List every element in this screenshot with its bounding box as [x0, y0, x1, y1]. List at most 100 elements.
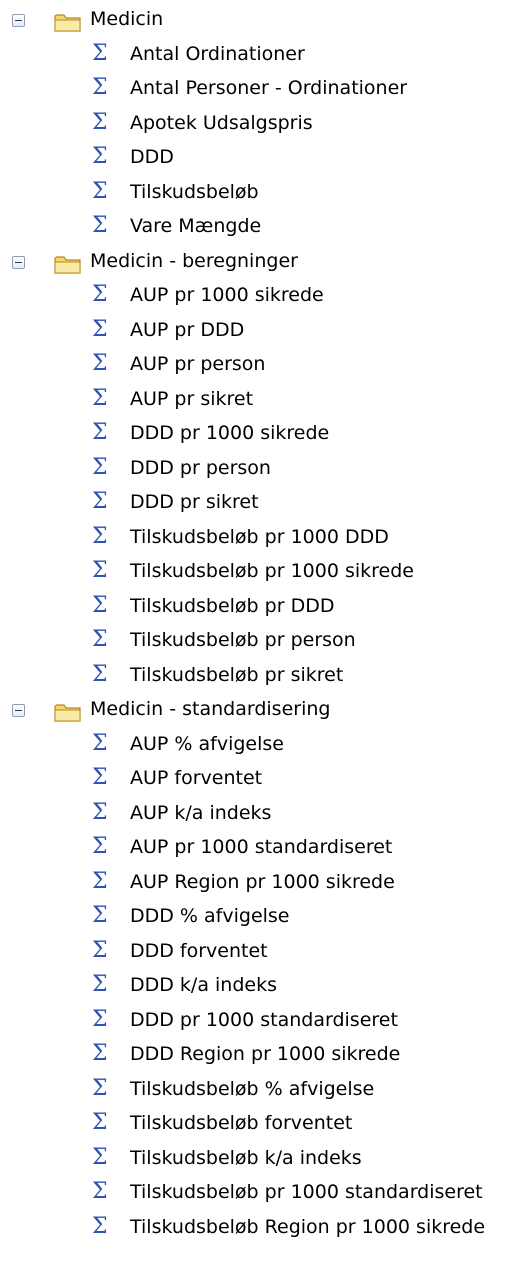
- tree-measure-item[interactable]: Σ Tilskudsbeløb pr DDD: [0, 591, 519, 626]
- sigma-measure-icon: Σ: [92, 385, 108, 411]
- measure-label: AUP forventet: [130, 767, 263, 789]
- sigma-measure-icon: Σ: [92, 799, 108, 825]
- tree-measure-item[interactable]: Σ Tilskudsbeløb pr 1000 standardiseret: [0, 1177, 519, 1212]
- tree-folder-row[interactable]: Medicin - standardisering: [0, 694, 519, 729]
- measure-label: AUP Region pr 1000 sikrede: [130, 870, 395, 893]
- sigma-measure-icon: Σ: [92, 1006, 108, 1032]
- sigma-measure-icon: Σ: [92, 868, 108, 894]
- tree-measure-item[interactable]: Σ AUP Region pr 1000 sikrede: [0, 867, 519, 902]
- tree-measure-item[interactable]: Σ DDD: [0, 142, 519, 177]
- tree-measure-item[interactable]: Σ Apotek Udsalgspris: [0, 108, 519, 143]
- tree-measure-item[interactable]: Σ DDD pr 1000 sikrede: [0, 418, 519, 453]
- tree-measure-item[interactable]: Σ Tilskudsbeløb pr 1000 sikrede: [0, 556, 519, 591]
- tree-measure-item[interactable]: Σ Tilskudsbeløb forventet: [0, 1108, 519, 1143]
- measure-label: DDD pr 1000 sikrede: [130, 422, 330, 444]
- tree-measure-item[interactable]: Σ AUP % afvigelse: [0, 729, 519, 764]
- sigma-measure-icon: Σ: [92, 75, 108, 100]
- tree-measure-item[interactable]: Σ AUP forventet: [0, 763, 519, 798]
- tree-measure-item[interactable]: Σ Tilskudsbeløb pr 1000 DDD: [0, 522, 519, 557]
- tree-measure-item[interactable]: Σ Vare Mængde: [0, 211, 519, 246]
- folder-icon: [54, 254, 82, 275]
- tree-measure-item[interactable]: Σ DDD k/a indeks: [0, 970, 519, 1005]
- measure-label: Tilskudsbeløb % afvigelse: [130, 1077, 375, 1100]
- tree-folder-row[interactable]: Medicin - beregninger: [0, 246, 519, 281]
- collapse-minus-icon[interactable]: [12, 704, 25, 717]
- tree-measure-item[interactable]: Σ AUP pr sikret: [0, 384, 519, 419]
- sigma-measure-icon: Σ: [92, 661, 108, 687]
- measure-tree: Medicin Σ Antal Ordinationer Σ Antal Persone…: [0, 0, 519, 1246]
- folder-label: Medicin - standardisering: [90, 698, 331, 720]
- measure-label: AUP % afvigelse: [130, 732, 284, 755]
- measure-label: DDD Region pr 1000 sikrede: [130, 1043, 401, 1065]
- sigma-measure-icon: Σ: [92, 558, 108, 583]
- measure-label: DDD % afvigelse: [130, 905, 290, 927]
- sigma-measure-icon: Σ: [92, 282, 108, 307]
- measure-label: Tilskudsbeløb Region pr 1000 sikrede: [130, 1215, 486, 1238]
- collapse-minus-icon[interactable]: [12, 14, 25, 27]
- measure-label: Tilskudsbeløb pr DDD: [130, 594, 335, 617]
- tree-measure-item[interactable]: Σ Antal Ordinationer: [0, 39, 519, 74]
- sigma-measure-icon: Σ: [92, 972, 108, 997]
- tree-measure-item[interactable]: Σ Tilskudsbeløb k/a indeks: [0, 1143, 519, 1178]
- sigma-measure-icon: Σ: [92, 592, 108, 618]
- measure-label: Antal Personer - Ordinationer: [130, 77, 408, 99]
- measure-label: AUP pr sikret: [130, 387, 254, 410]
- sigma-measure-icon: Σ: [92, 316, 108, 342]
- measure-label: Tilskudsbeløb pr sikret: [130, 663, 344, 686]
- measure-label: Tilskudsbeløb pr 1000 DDD: [130, 525, 389, 548]
- sigma-measure-icon: Σ: [92, 1144, 108, 1170]
- tree-folder-row[interactable]: Medicin: [0, 4, 519, 39]
- measure-label: Tilskudsbeløb pr 1000 sikrede: [130, 560, 414, 582]
- sigma-measure-icon: Σ: [92, 730, 108, 756]
- sigma-measure-icon: Σ: [92, 903, 108, 928]
- tree-measure-item[interactable]: Σ Tilskudsbeløb Region pr 1000 sikrede: [0, 1212, 519, 1247]
- folder-label: Medicin: [90, 8, 164, 30]
- tree-measure-item[interactable]: Σ DDD pr person: [0, 453, 519, 488]
- tree-measure-item[interactable]: Σ Tilskudsbeløb pr sikret: [0, 660, 519, 695]
- measure-label: Antal Ordinationer: [130, 42, 305, 65]
- sigma-measure-icon: Σ: [92, 144, 108, 169]
- sigma-measure-icon: Σ: [92, 454, 108, 480]
- sigma-measure-icon: Σ: [92, 523, 108, 549]
- tree-measure-item[interactable]: Σ AUP k/a indeks: [0, 798, 519, 833]
- sigma-measure-icon: Σ: [92, 1075, 108, 1101]
- sigma-measure-icon: Σ: [92, 489, 108, 514]
- tree-measure-item[interactable]: Σ AUP pr DDD: [0, 315, 519, 350]
- measure-label: Tilskudsbeløb: [130, 180, 259, 203]
- tree-measure-item[interactable]: Σ AUP pr 1000 standardiseret: [0, 832, 519, 867]
- measure-label: Vare Mængde: [130, 215, 262, 237]
- tree-measure-item[interactable]: Σ DDD % afvigelse: [0, 901, 519, 936]
- measure-label: DDD: [130, 146, 174, 168]
- tree-measure-item[interactable]: Σ DDD pr sikret: [0, 487, 519, 522]
- tree-measure-item[interactable]: Σ Tilskudsbeløb pr person: [0, 625, 519, 660]
- measure-label: Tilskudsbeløb pr 1000 standardiseret: [130, 1181, 483, 1203]
- tree-measure-item[interactable]: Σ Tilskudsbeløb: [0, 177, 519, 212]
- tree-measure-item[interactable]: Σ AUP pr person: [0, 349, 519, 384]
- tree-measure-item[interactable]: Σ Tilskudsbeløb % afvigelse: [0, 1074, 519, 1109]
- sigma-measure-icon: Σ: [92, 213, 108, 238]
- sigma-measure-icon: Σ: [92, 109, 108, 135]
- measure-label: AUP pr 1000 sikrede: [130, 284, 324, 306]
- sigma-measure-icon: Σ: [92, 834, 108, 859]
- folder-icon: [54, 702, 82, 723]
- folder-icon: [54, 12, 82, 33]
- sigma-measure-icon: Σ: [92, 351, 108, 376]
- tree-measure-item[interactable]: Σ DDD forventet: [0, 936, 519, 971]
- tree-measure-item[interactable]: Σ Antal Personer - Ordinationer: [0, 73, 519, 108]
- sigma-measure-icon: Σ: [92, 40, 108, 66]
- sigma-measure-icon: Σ: [92, 627, 108, 652]
- measure-label: Apotek Udsalgspris: [130, 111, 313, 134]
- measure-label: DDD k/a indeks: [130, 974, 277, 996]
- measure-label: AUP pr 1000 standardiseret: [130, 836, 393, 858]
- tree-measure-item[interactable]: Σ DDD pr 1000 standardiseret: [0, 1005, 519, 1040]
- folder-label: Medicin - beregninger: [90, 249, 298, 272]
- tree-measure-item[interactable]: Σ AUP pr 1000 sikrede: [0, 280, 519, 315]
- measure-label: Tilskudsbeløb k/a indeks: [130, 1146, 362, 1169]
- measure-label: DDD pr sikret: [130, 491, 259, 513]
- measure-label: DDD pr person: [130, 456, 271, 479]
- collapse-minus-icon[interactable]: [12, 255, 25, 269]
- sigma-measure-icon: Σ: [92, 1041, 108, 1066]
- sigma-measure-icon: Σ: [92, 1213, 108, 1239]
- sigma-measure-icon: Σ: [92, 178, 108, 204]
- tree-measure-item[interactable]: Σ DDD Region pr 1000 sikrede: [0, 1039, 519, 1074]
